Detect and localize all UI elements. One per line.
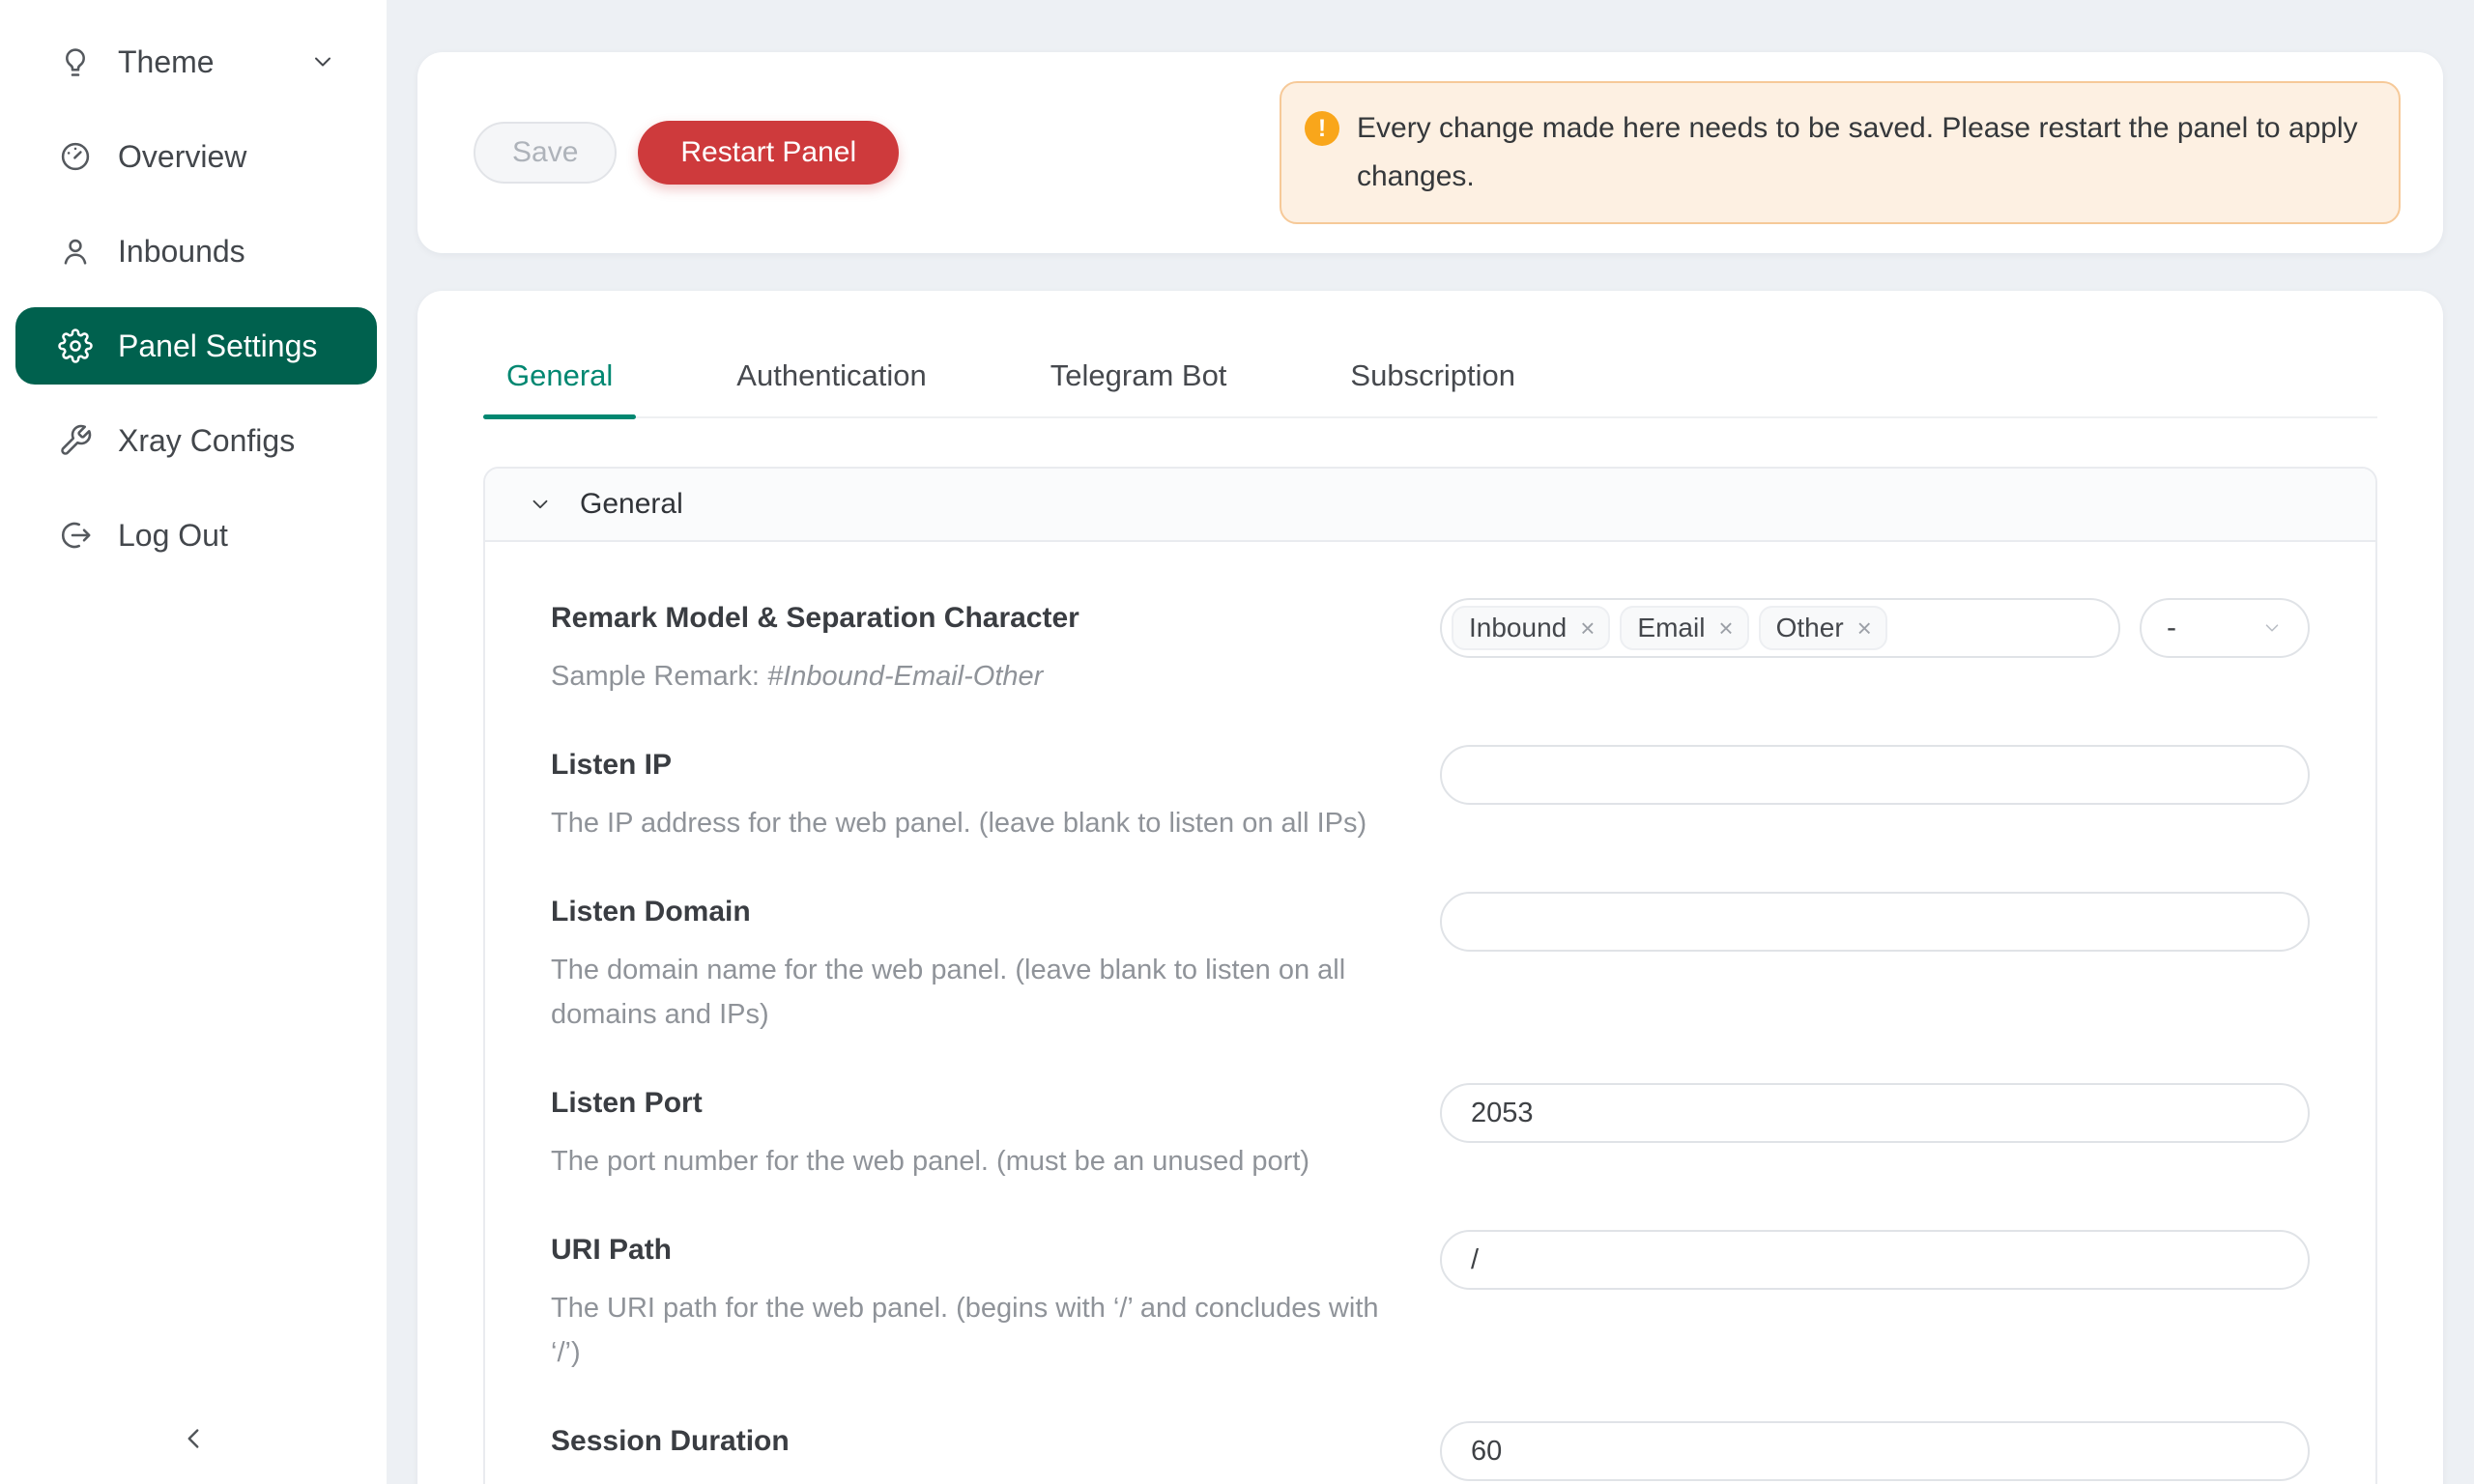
remark-model-row: Remark Model & Separation Character Samp…	[551, 602, 2310, 699]
chevron-down-icon	[528, 492, 553, 517]
alert-text: Every change made here needs to be saved…	[1357, 104, 2370, 201]
tab-telegram-bot[interactable]: Telegram Bot	[1027, 358, 1251, 416]
field-description: The URI path for the web panel. (begins …	[551, 1286, 1394, 1375]
field-description: The IP address for the web panel. (leave…	[551, 801, 1394, 845]
bulb-icon	[58, 44, 93, 79]
sidebar-nav: Theme Overview Inbounds Panel Settings X…	[0, 23, 387, 574]
listen-ip-input[interactable]	[1440, 745, 2310, 805]
field-description: The port number for the web panel. (must…	[551, 1139, 1394, 1184]
listen-domain-row: Listen Domain The domain name for the we…	[551, 896, 2310, 1037]
app-screen: Theme Overview Inbounds Panel Settings X…	[0, 0, 2474, 1484]
chevron-down-icon	[309, 48, 336, 75]
sidebar: Theme Overview Inbounds Panel Settings X…	[0, 0, 387, 1484]
field-label: Remark Model & Separation Character	[551, 602, 1394, 635]
separator-select[interactable]: -	[2140, 598, 2310, 658]
listen-port-input[interactable]	[1440, 1083, 2310, 1143]
sidebar-item-overview[interactable]: Overview	[15, 118, 377, 195]
uri-path-input[interactable]	[1440, 1230, 2310, 1290]
remark-model-select[interactable]: Inbound×Email×Other×	[1440, 598, 2120, 658]
field-description: The domain name for the web panel. (leav…	[551, 948, 1394, 1037]
restart-panel-button[interactable]: Restart Panel	[638, 121, 899, 185]
wrench-icon	[58, 423, 93, 458]
field-label: URI Path	[551, 1234, 1394, 1267]
tab-general[interactable]: General	[483, 358, 636, 416]
field-description: Sample Remark: #Inbound-Email-Other	[551, 654, 1394, 699]
tag-email: Email×	[1620, 606, 1748, 650]
session-duration-input[interactable]	[1440, 1421, 2310, 1481]
sidebar-item-log-out[interactable]: Log Out	[15, 497, 377, 574]
restart-warning-alert: ! Every change made here needs to be sav…	[1280, 81, 2401, 224]
general-collapse-header[interactable]: General	[485, 469, 2375, 542]
tab-label: Subscription	[1350, 358, 1515, 392]
general-collapse-panel: General Remark Model & Separation Charac…	[483, 467, 2377, 1484]
close-icon[interactable]: ×	[1852, 615, 1878, 641]
sidebar-item-label: Overview	[118, 139, 246, 175]
main-content: Save Restart Panel ! Every change made h…	[387, 0, 2474, 1484]
sidebar-item-label: Theme	[118, 44, 215, 80]
tab-subscription[interactable]: Subscription	[1327, 358, 1539, 416]
settings-card: General Authentication Telegram Bot Subscri…	[417, 291, 2443, 1484]
field-label: Listen IP	[551, 749, 1394, 782]
chevron-left-icon	[177, 1422, 210, 1463]
chevron-down-icon	[2261, 617, 2283, 639]
listen-ip-row: Listen IP The IP address for the web pan…	[551, 749, 2310, 845]
field-label: Listen Domain	[551, 896, 1394, 928]
tab-label: General	[506, 358, 613, 392]
user-icon	[58, 234, 93, 269]
close-icon[interactable]: ×	[1574, 615, 1600, 641]
sidebar-item-panel-settings[interactable]: Panel Settings	[15, 307, 377, 385]
gear-icon	[58, 328, 93, 363]
dashboard-icon	[58, 139, 93, 174]
sidebar-item-theme[interactable]: Theme	[15, 23, 377, 100]
sidebar-item-xray-configs[interactable]: Xray Configs	[15, 402, 377, 479]
sidebar-item-label: Inbounds	[118, 234, 245, 270]
actions-card: Save Restart Panel ! Every change made h…	[417, 52, 2443, 253]
tab-label: Authentication	[736, 358, 926, 392]
tag-inbound: Inbound×	[1452, 606, 1610, 650]
sidebar-item-label: Panel Settings	[118, 328, 317, 364]
session-duration-row: Session Duration The duration for which …	[551, 1425, 2310, 1484]
tab-authentication[interactable]: Authentication	[713, 358, 949, 416]
general-form: Remark Model & Separation Character Samp…	[485, 542, 2375, 1484]
tab-label: Telegram Bot	[1050, 358, 1227, 392]
listen-domain-input[interactable]	[1440, 892, 2310, 952]
separator-value: -	[2167, 612, 2176, 644]
uri-path-row: URI Path The URI path for the web panel.…	[551, 1234, 2310, 1375]
listen-port-row: Listen Port The port number for the web …	[551, 1087, 2310, 1184]
section-title: General	[580, 488, 683, 521]
sidebar-collapse-button[interactable]	[0, 1422, 387, 1463]
sidebar-item-label: Log Out	[118, 518, 228, 554]
field-label: Listen Port	[551, 1087, 1394, 1120]
field-label: Session Duration	[551, 1425, 1394, 1458]
save-button[interactable]: Save	[474, 122, 617, 184]
field-description: The duration for which you can stay logg…	[551, 1477, 1394, 1484]
warning-icon: !	[1305, 111, 1339, 146]
sidebar-item-label: Xray Configs	[118, 423, 295, 459]
close-icon[interactable]: ×	[1712, 615, 1739, 641]
action-buttons: Save Restart Panel	[474, 121, 899, 185]
tag-other: Other×	[1759, 606, 1887, 650]
logout-icon	[58, 518, 93, 553]
settings-tabs: General Authentication Telegram Bot Subscri…	[483, 358, 2377, 418]
sidebar-item-inbounds[interactable]: Inbounds	[15, 213, 377, 290]
